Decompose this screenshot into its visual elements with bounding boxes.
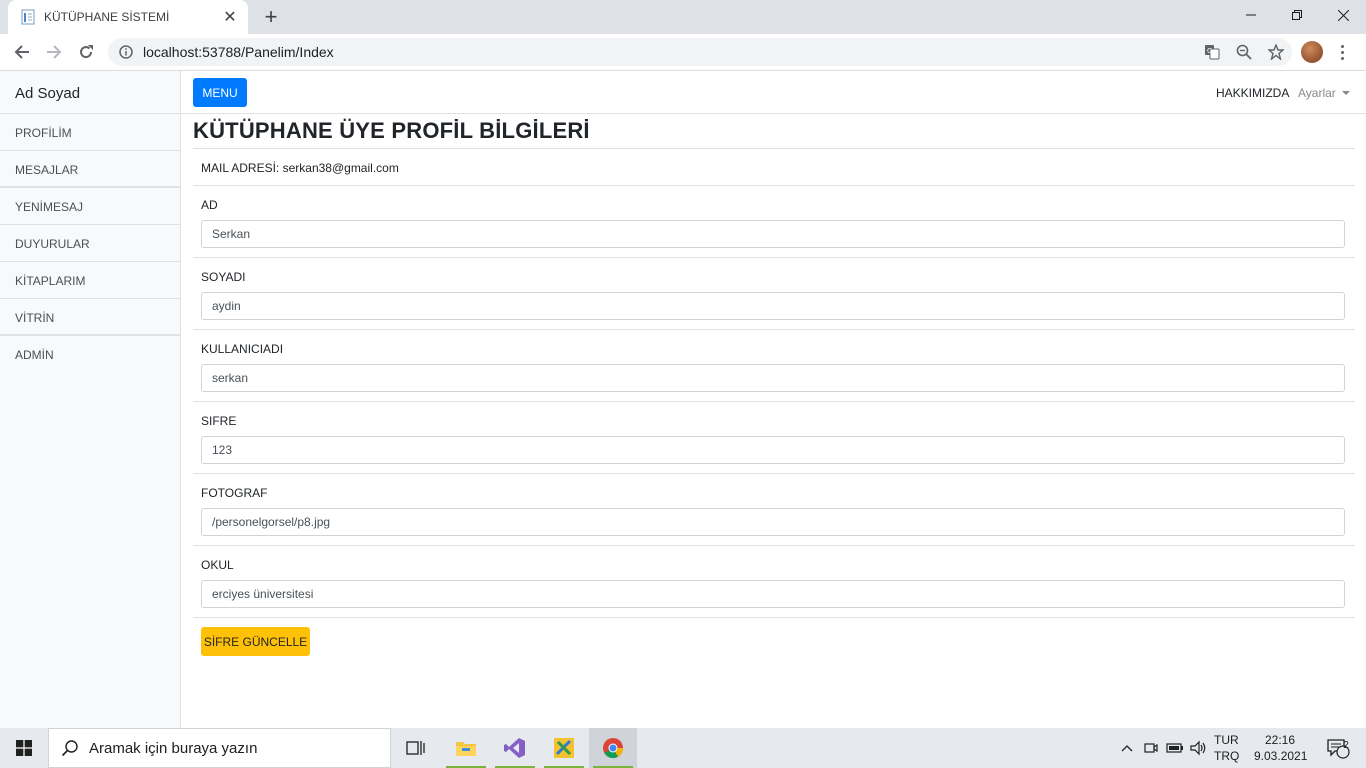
sidebar-heading: Ad Soyad <box>0 71 180 114</box>
mail-label: MAIL ADRESİ: <box>201 161 280 175</box>
battery-icon[interactable] <box>1164 728 1186 768</box>
tab-close-icon[interactable]: ✕ <box>222 7 238 27</box>
volume-icon[interactable] <box>1188 728 1210 768</box>
tray-chevron-icon[interactable] <box>1116 728 1138 768</box>
fotograf-input[interactable] <box>201 508 1345 536</box>
new-tab-icon[interactable]: + <box>258 4 284 30</box>
language-code: TUR <box>1214 733 1239 747</box>
notification-center-icon[interactable]: 2 <box>1318 728 1358 768</box>
sidebar-item-admin[interactable]: ADMİN <box>0 336 180 373</box>
file-explorer-icon[interactable] <box>442 728 490 768</box>
svg-text:G: G <box>1207 47 1212 55</box>
sidebar-item-vitrin[interactable]: VİTRİN <box>0 299 180 336</box>
sidebar-item-duyurular[interactable]: DUYURULAR <box>0 225 180 262</box>
tab-title: KÜTÜPHANE SİSTEMİ <box>44 10 170 24</box>
browser-tabstrip: KÜTÜPHANE SİSTEMİ ✕ + <box>0 0 1366 34</box>
sidebar-item-yenimesaj[interactable]: YENİMESAJ <box>0 188 180 225</box>
update-password-button[interactable]: SİFRE GÜNCELLE <box>201 627 310 656</box>
chrome-icon[interactable] <box>589 728 637 768</box>
kullaniciadi-label: KULLANICIADI <box>201 342 284 356</box>
site-info-icon[interactable] <box>118 44 134 60</box>
minimize-icon[interactable] <box>1228 0 1274 30</box>
notification-count: 2 <box>1343 740 1349 751</box>
ad-label: AD <box>201 198 218 212</box>
divider <box>193 148 1355 149</box>
divider <box>193 401 1355 402</box>
caret-down-icon <box>1341 91 1350 95</box>
sifre-input[interactable] <box>201 436 1345 464</box>
clock-date: 9.03.2021 <box>1254 749 1308 763</box>
restore-icon[interactable] <box>1274 0 1320 30</box>
sidebar-item-mesajlar[interactable]: MESAJLAR <box>0 151 180 188</box>
page-favicon-icon <box>20 9 36 25</box>
soyadi-input[interactable] <box>201 292 1345 320</box>
page-title: KÜTÜPHANE ÜYE PROFİL BİLGİLERİ <box>193 118 590 143</box>
close-window-icon[interactable] <box>1320 0 1366 30</box>
taskbar-search[interactable]: Aramak için buraya yazın <box>48 728 391 768</box>
url-text: localhost:53788/Panelim/Index <box>143 44 334 60</box>
keyboard-layout: TRQ <box>1214 749 1240 763</box>
tools-app-icon[interactable] <box>540 728 588 768</box>
translate-icon[interactable]: G <box>1196 38 1228 66</box>
sidebar: Ad Soyad PROFİLİM MESAJLAR YENİMESAJ DUY… <box>0 71 181 728</box>
divider <box>193 545 1355 546</box>
main-content: MENU HAKKIMIZDA Ayarlar KÜTÜPHANE ÜYE PR… <box>181 71 1366 728</box>
clock-time: 22:16 <box>1264 733 1296 747</box>
address-bar[interactable]: localhost:53788/Panelim/Index G <box>108 38 1292 66</box>
about-link[interactable]: HAKKIMIZDA <box>1216 86 1289 100</box>
menu-toggle-button[interactable]: MENU <box>193 78 247 107</box>
taskbar: Aramak için buraya yazın TUR TRQ 22:16 9… <box>0 728 1366 768</box>
zoom-icon[interactable] <box>1228 38 1260 66</box>
settings-label: Ayarlar <box>1298 86 1336 100</box>
search-placeholder: Aramak için buraya yazın <box>89 739 258 757</box>
kullaniciadi-input[interactable] <box>201 364 1345 392</box>
input-language[interactable]: TUR TRQ <box>1214 732 1239 764</box>
reload-icon[interactable] <box>72 38 100 66</box>
divider <box>193 257 1355 258</box>
soyadi-label: SOYADI <box>201 270 246 284</box>
top-navbar: MENU HAKKIMIZDA Ayarlar <box>181 71 1366 114</box>
sidebar-item-profilim[interactable]: PROFİLİM <box>0 114 180 151</box>
visual-studio-icon[interactable] <box>491 728 539 768</box>
back-arrow-icon[interactable] <box>8 38 36 66</box>
divider <box>193 329 1355 330</box>
window-controls <box>1228 0 1366 30</box>
browser-toolbar: localhost:53788/Panelim/Index G <box>0 34 1366 71</box>
meet-now-icon[interactable] <box>1140 728 1162 768</box>
windows-start-icon[interactable] <box>0 728 48 768</box>
sidebar-item-kitaplarim[interactable]: KİTAPLARIM <box>0 262 180 299</box>
forward-arrow-icon[interactable] <box>40 38 68 66</box>
system-clock[interactable]: 22:16 9.03.2021 <box>1254 732 1308 764</box>
divider <box>193 617 1355 618</box>
search-icon <box>61 739 79 757</box>
okul-label: OKUL <box>201 558 234 572</box>
sifre-label: SIFRE <box>201 414 237 428</box>
settings-dropdown[interactable]: Ayarlar <box>1298 86 1350 100</box>
task-view-icon[interactable] <box>392 728 440 768</box>
bookmark-star-icon[interactable] <box>1260 38 1292 66</box>
divider <box>193 473 1355 474</box>
mail-value: serkan38@gmail.com <box>282 161 399 175</box>
okul-input[interactable] <box>201 580 1345 608</box>
divider <box>193 185 1355 186</box>
page: Ad Soyad PROFİLİM MESAJLAR YENİMESAJ DUY… <box>0 71 1366 728</box>
fotograf-label: FOTOGRAF <box>201 486 268 500</box>
ad-input[interactable] <box>201 220 1345 248</box>
profile-avatar[interactable] <box>1301 41 1323 63</box>
browser-tab[interactable]: KÜTÜPHANE SİSTEMİ ✕ <box>8 0 248 34</box>
mail-address-line: MAIL ADRESİ: serkan38@gmail.com <box>201 161 399 175</box>
browser-menu-icon[interactable] <box>1334 40 1350 64</box>
